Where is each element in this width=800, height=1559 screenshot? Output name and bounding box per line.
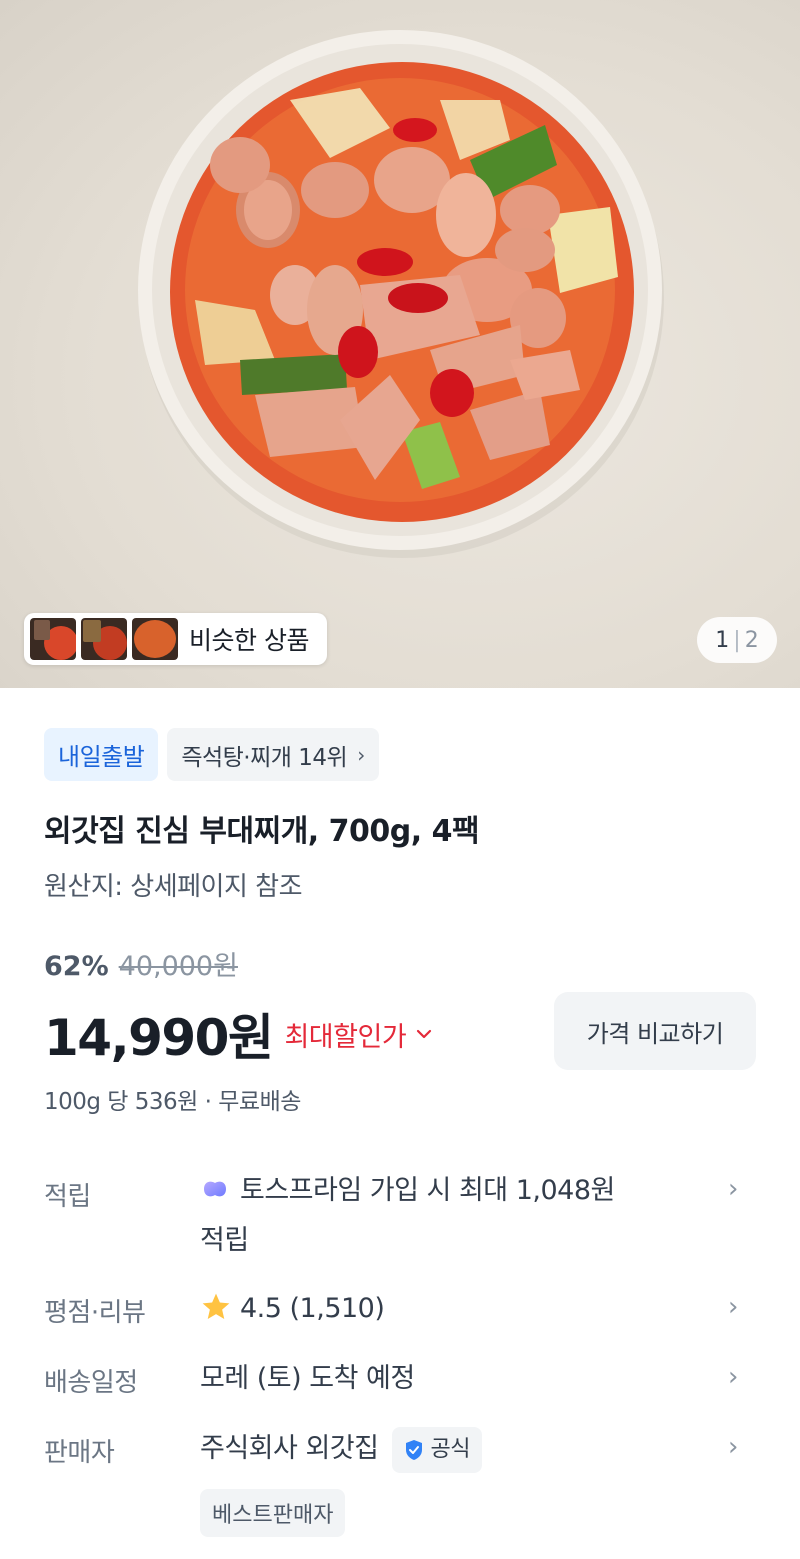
max-discount-toggle[interactable]: 최대할인가: [284, 1015, 432, 1054]
similar-product-thumbnail: [81, 618, 127, 660]
points-line-1: 토스프라임 가입 시 최대 1,048원: [240, 1175, 615, 1206]
similar-products-label: 비슷한 상품: [189, 626, 309, 655]
page-separator: |: [733, 627, 741, 653]
rating-value: 4.5 (1,510): [240, 1293, 385, 1324]
original-price: 40,000원: [118, 951, 238, 982]
price-row: 14,990원 최대할인가: [44, 998, 432, 1070]
delivery-label: 배송일정: [44, 1368, 138, 1398]
chevron-right-icon[interactable]: ›: [728, 1292, 738, 1322]
rating-value-row[interactable]: 4.5 (1,510): [200, 1284, 385, 1334]
seller-name: 주식회사 외갓집: [200, 1433, 379, 1464]
similar-product-thumbnail: [132, 618, 178, 660]
verified-shield-icon: [406, 1439, 423, 1460]
chevron-right-icon[interactable]: ›: [728, 1432, 738, 1462]
chevron-right-icon[interactable]: ›: [728, 1174, 738, 1204]
page-total: 2: [744, 627, 759, 653]
official-badge-label: 공식: [430, 1436, 470, 1462]
sale-price: 14,990원: [44, 1009, 274, 1067]
similar-products-button[interactable]: 비슷한 상품: [24, 613, 327, 665]
product-title: 외갓집 진심 부대찌개, 700g, 4팩: [44, 814, 480, 849]
points-value[interactable]: 토스프라임 가입 시 최대 1,048원 적립: [200, 1166, 615, 1266]
points-label: 적립: [44, 1182, 91, 1212]
seller-row[interactable]: 주식회사 외갓집 공식: [200, 1424, 482, 1474]
chevron-down-icon: [417, 1029, 432, 1039]
product-origin: 원산지: 상세페이지 참조: [44, 872, 303, 902]
points-line-2: 적립: [200, 1225, 249, 1256]
price-compare-button[interactable]: 가격 비교하기: [554, 992, 756, 1070]
budae-jjigae-photo: [138, 30, 664, 558]
shipping-tag: 내일출발: [44, 728, 159, 781]
max-discount-label: 최대할인가: [284, 1021, 407, 1053]
similar-product-thumbnail: [30, 618, 76, 660]
product-tags: 내일출발 즉석탕·찌개 14위 ›: [44, 728, 379, 781]
star-icon: [202, 1293, 230, 1319]
image-page-indicator: 1 | 2: [697, 617, 777, 663]
category-rank-tag[interactable]: 즉석탕·찌개 14위 ›: [167, 728, 379, 781]
discount-percent: 62%: [44, 951, 109, 982]
product-image[interactable]: 비슷한 상품 1 | 2: [0, 0, 800, 688]
best-seller-badge: 베스트판매자: [200, 1489, 346, 1537]
rating-label: 평점·리뷰: [44, 1298, 146, 1328]
chevron-right-icon[interactable]: ›: [728, 1362, 738, 1392]
category-rank-label: 즉석탕·찌개 14위: [181, 744, 348, 771]
discount-row: 62% 40,000원: [44, 944, 238, 983]
seller-label: 판매자: [44, 1438, 115, 1468]
chevron-right-icon: ›: [357, 742, 365, 767]
toss-prime-icon: [204, 1181, 226, 1197]
official-badge: 공식: [392, 1426, 482, 1473]
delivery-value[interactable]: 모레 (토) 도착 예정: [200, 1354, 415, 1404]
unit-price-shipping: 100g 당 536원 · 무료배송: [44, 1089, 301, 1115]
page-current: 1: [715, 627, 730, 653]
